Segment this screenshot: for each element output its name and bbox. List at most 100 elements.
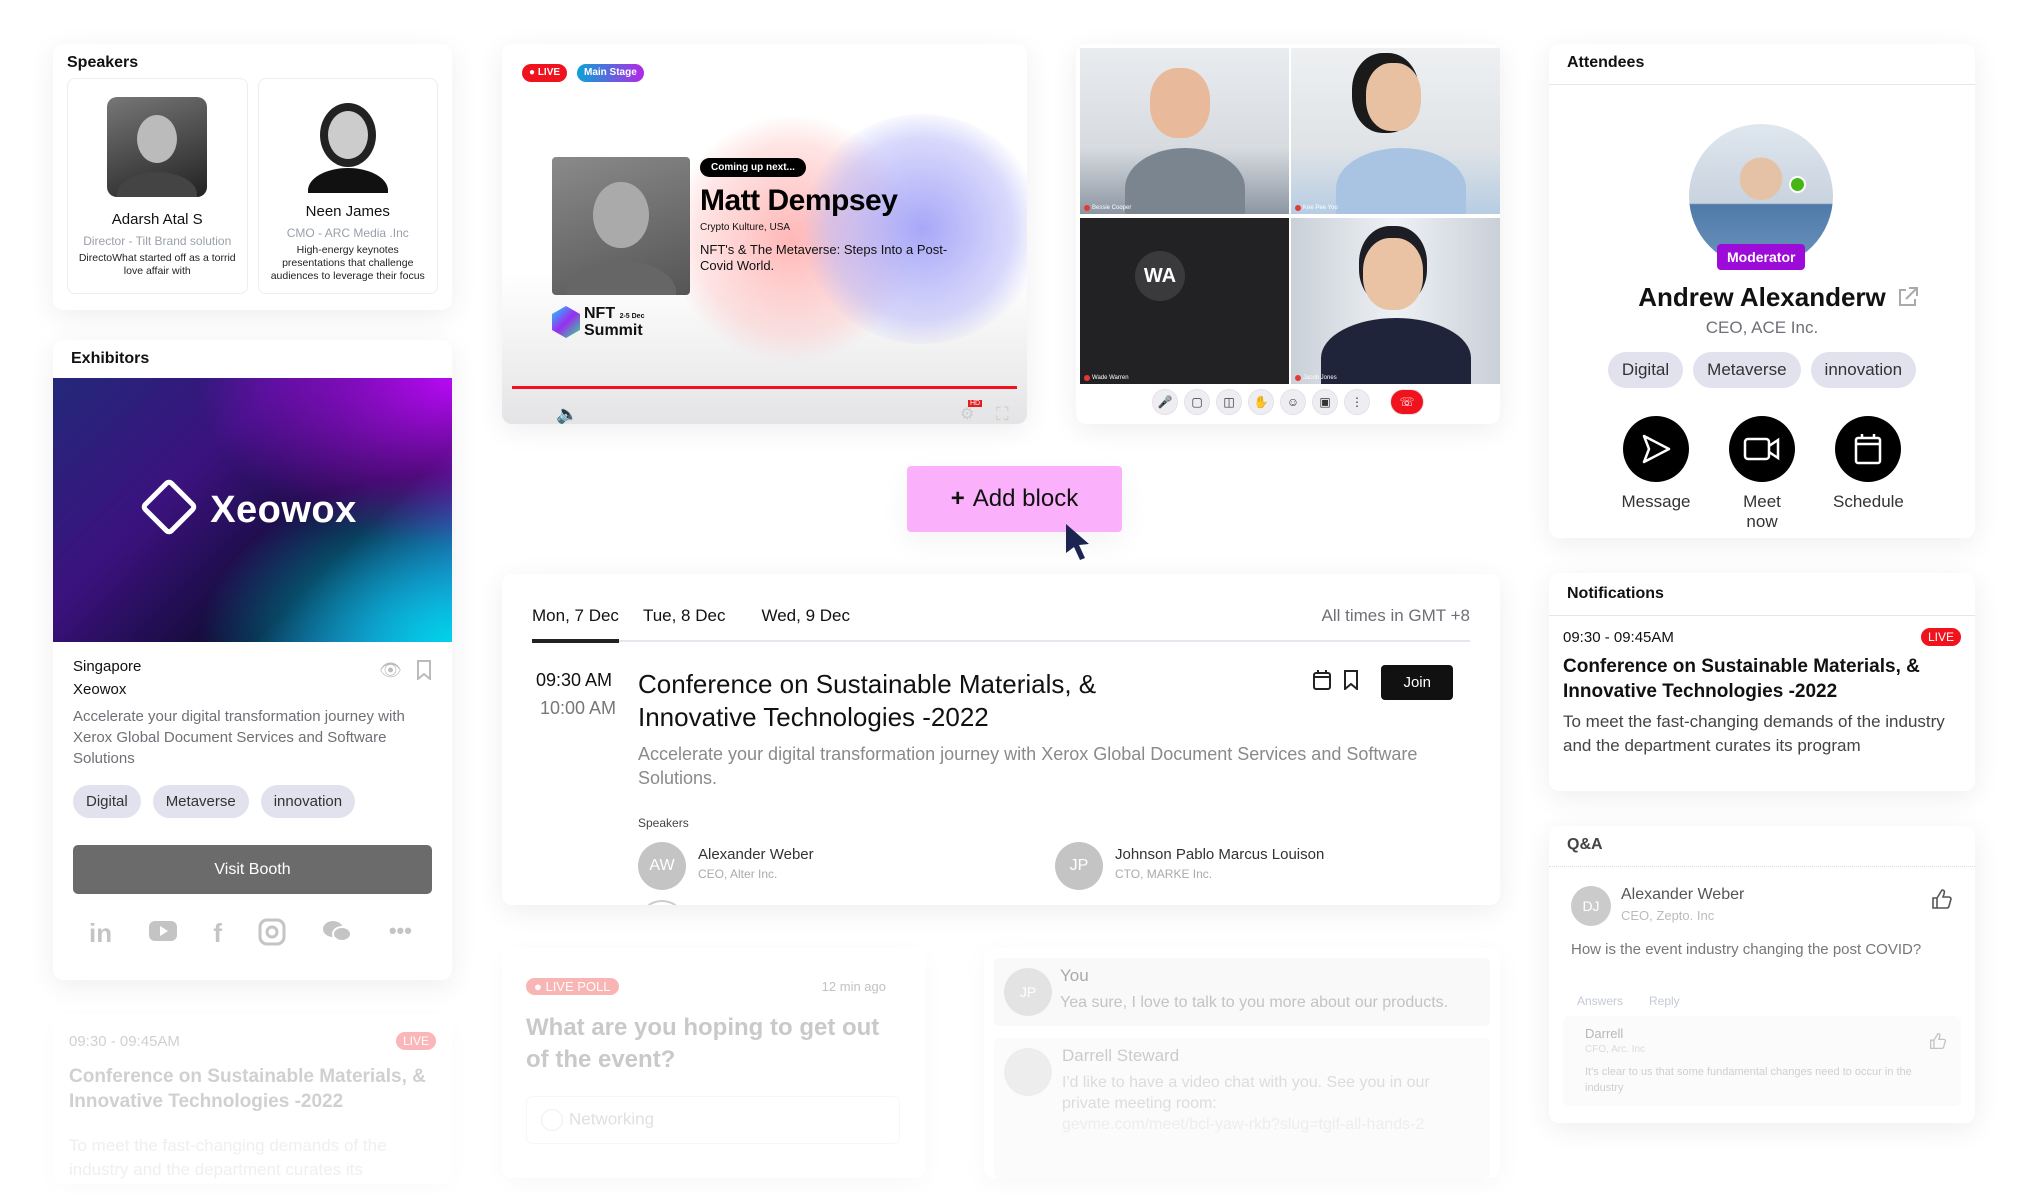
schedule-button[interactable]: Schedule	[1833, 416, 1904, 532]
youtube-icon[interactable]	[148, 918, 178, 953]
speaker-name: Johnson Pablo Marcus Louison	[1115, 846, 1325, 863]
chat-card: JP You Yea sure, I love to talk to you m…	[984, 948, 1500, 1178]
mic-icon[interactable]: 🎤	[1152, 389, 1178, 415]
answers-link[interactable]: Answers	[1577, 994, 1623, 1008]
participant-tile[interactable]: WA Wade Warren	[1080, 218, 1289, 384]
like-icon[interactable]	[1931, 888, 1953, 910]
participant-label: Jacob Jones	[1295, 375, 1337, 381]
instagram-icon[interactable]	[258, 918, 286, 953]
chat-message: JP You Yea sure, I love to talk to you m…	[994, 958, 1490, 1026]
session-speaker[interactable]: JP Johnson Pablo Marcus Louison CTO, MARK…	[1055, 842, 1324, 890]
tab-day[interactable]: Wed, 9 Dec	[761, 606, 850, 640]
nft-summit-logo-icon	[552, 306, 580, 338]
like-icon[interactable]	[1929, 1032, 1947, 1050]
qa-asker-name: Alexander Weber	[1621, 886, 1745, 903]
external-link-icon[interactable]	[1897, 286, 1919, 308]
live-badge: LIVE	[1920, 628, 1961, 646]
avatar: JP	[1004, 968, 1052, 1016]
mic-muted-icon	[1084, 205, 1090, 211]
qa-answer: Darrell CFO, Arc. Inc It's clear to us t…	[1563, 1016, 1961, 1106]
tag[interactable]: Digital	[73, 785, 141, 818]
participant-label: Bessie Cooper	[1084, 205, 1131, 211]
attendees-title: Attendees	[1549, 44, 1975, 85]
volume-icon[interactable]: 🔈	[556, 404, 578, 424]
join-button[interactable]: Join	[1381, 665, 1453, 700]
tag[interactable]: Metaverse	[152, 785, 249, 818]
online-status-icon	[1789, 176, 1806, 193]
qa-asker-role: CEO, Zepto. Inc	[1621, 908, 1715, 923]
meet-now-button[interactable]: Meet now	[1727, 416, 1797, 532]
video-progress-bar[interactable]	[512, 386, 1017, 389]
exhibitors-card: Exhibitors Xeowox 👁 Singapore Xeowox Acc…	[53, 340, 452, 980]
raise-hand-icon[interactable]: ✋	[1248, 389, 1274, 415]
plus-icon: +	[950, 485, 965, 512]
answer-name: Darrell	[1585, 1026, 1624, 1041]
linkedin-icon[interactable]: in	[89, 918, 112, 953]
speaker-desc: DirectoWhat started off as a torrid love…	[78, 252, 236, 277]
message-button[interactable]: Message	[1621, 416, 1691, 532]
answer-role: CFO, Arc. Inc	[1585, 1044, 1646, 1055]
participant-tile[interactable]: Jacob Jones	[1291, 218, 1500, 384]
visit-booth-button[interactable]: Visit Booth	[73, 845, 432, 894]
fullscreen-icon[interactable]: ▣	[1312, 389, 1338, 415]
share-screen-icon[interactable]: ◫	[1216, 389, 1242, 415]
settings-icon[interactable]: ⚙ HD	[960, 400, 983, 424]
notification-item[interactable]: 09:30 - 09:45AM LIVE Conference on Susta…	[1549, 616, 1975, 770]
session-title[interactable]: Conference on Sustainable Materials, & I…	[638, 668, 1198, 734]
speaker-photo	[298, 93, 398, 193]
send-icon	[1642, 434, 1671, 464]
avatar: DJ	[1571, 886, 1611, 926]
tag[interactable]: Digital	[1607, 352, 1684, 388]
chat-link[interactable]: gevme.com/meet/bcl-yaw-rkb?slug=tgif-all…	[1062, 1116, 1424, 1134]
bookmark-icon[interactable]	[1343, 670, 1359, 695]
fullscreen-icon[interactable]: ⛶	[996, 404, 1009, 424]
poll-option[interactable]: Networking	[526, 1096, 900, 1144]
speakers-title: Speakers	[67, 54, 139, 71]
participant-label: Wade Warren	[1084, 375, 1129, 381]
more-icon[interactable]: ⋮	[1344, 389, 1370, 415]
participant-tile[interactable]: Bessie Cooper	[1080, 48, 1289, 214]
session-description: Accelerate your digital transformation j…	[638, 744, 1418, 788]
end-call-icon[interactable]: ☏	[1390, 389, 1424, 415]
tab-day[interactable]: Tue, 8 Dec	[643, 606, 726, 640]
stage-badge: Main Stage	[577, 64, 644, 82]
video-camera-icon	[1743, 437, 1780, 461]
add-to-calendar-icon[interactable]	[1313, 670, 1332, 695]
session-speaker[interactable]: AW Alexander Weber CEO, Alter Inc.	[638, 842, 814, 890]
participant-tile[interactable]: Kee Pee Yoo	[1291, 48, 1500, 214]
exhibitors-title: Exhibitors	[71, 350, 150, 367]
tag[interactable]: innovation	[1810, 352, 1917, 388]
speaker-card[interactable]: Neen James CMO - ARC Media .Inc High-ene…	[257, 78, 438, 294]
exhibitor-banner[interactable]: Xeowox	[53, 378, 452, 642]
mic-muted-icon	[1084, 375, 1090, 381]
speaker-role: CMO - ARC Media .Inc	[286, 226, 409, 240]
wechat-icon[interactable]	[321, 918, 353, 953]
qa-question: How is the event industry changing the p…	[1571, 941, 1922, 958]
reply-link[interactable]: Reply	[1649, 994, 1680, 1008]
notification-time: 09:30 - 09:45AM	[1563, 628, 1674, 646]
speaker-role: CEO, Alter Inc.	[698, 867, 778, 881]
tab-day[interactable]: Mon, 7 Dec	[532, 606, 619, 643]
chat-message: Darrell Steward I'd like to have a video…	[994, 1038, 1490, 1178]
tag[interactable]: innovation	[260, 785, 356, 818]
radio-icon	[541, 1109, 563, 1131]
emoji-icon[interactable]: ☺	[1280, 389, 1306, 415]
live-poll-badge: ● LIVE POLL	[526, 978, 619, 995]
attendees-card: Attendees Moderator Andrew Alexanderw CE…	[1549, 44, 1975, 538]
speaker-photo	[107, 97, 208, 197]
coming-up-badge: Coming up next...	[700, 158, 806, 177]
speaker-desc: High-energy keynotes presentations that …	[270, 244, 425, 282]
tag[interactable]: Metaverse	[1693, 352, 1801, 388]
facebook-icon[interactable]: f	[213, 918, 222, 953]
video-player[interactable]: Coming up next... Matt Dempsey Crypto Ku…	[502, 44, 1027, 424]
speaker-card[interactable]: Adarsh Atal S Director - Tilt Brand solu…	[67, 78, 248, 294]
speakers-label: Speakers	[638, 816, 689, 830]
more-icon[interactable]: •••	[389, 918, 412, 953]
avatar	[1004, 1048, 1052, 1096]
attendee-role: CEO, ACE Inc.	[1705, 318, 1819, 337]
xeowox-logo-icon	[139, 477, 199, 537]
camera-icon[interactable]: ▢	[1184, 389, 1210, 415]
event-logo: NFT 2-5 Dec Summit	[552, 305, 644, 338]
speaker-name: Alexander Weber	[698, 846, 814, 863]
mic-muted-icon	[1295, 375, 1301, 381]
